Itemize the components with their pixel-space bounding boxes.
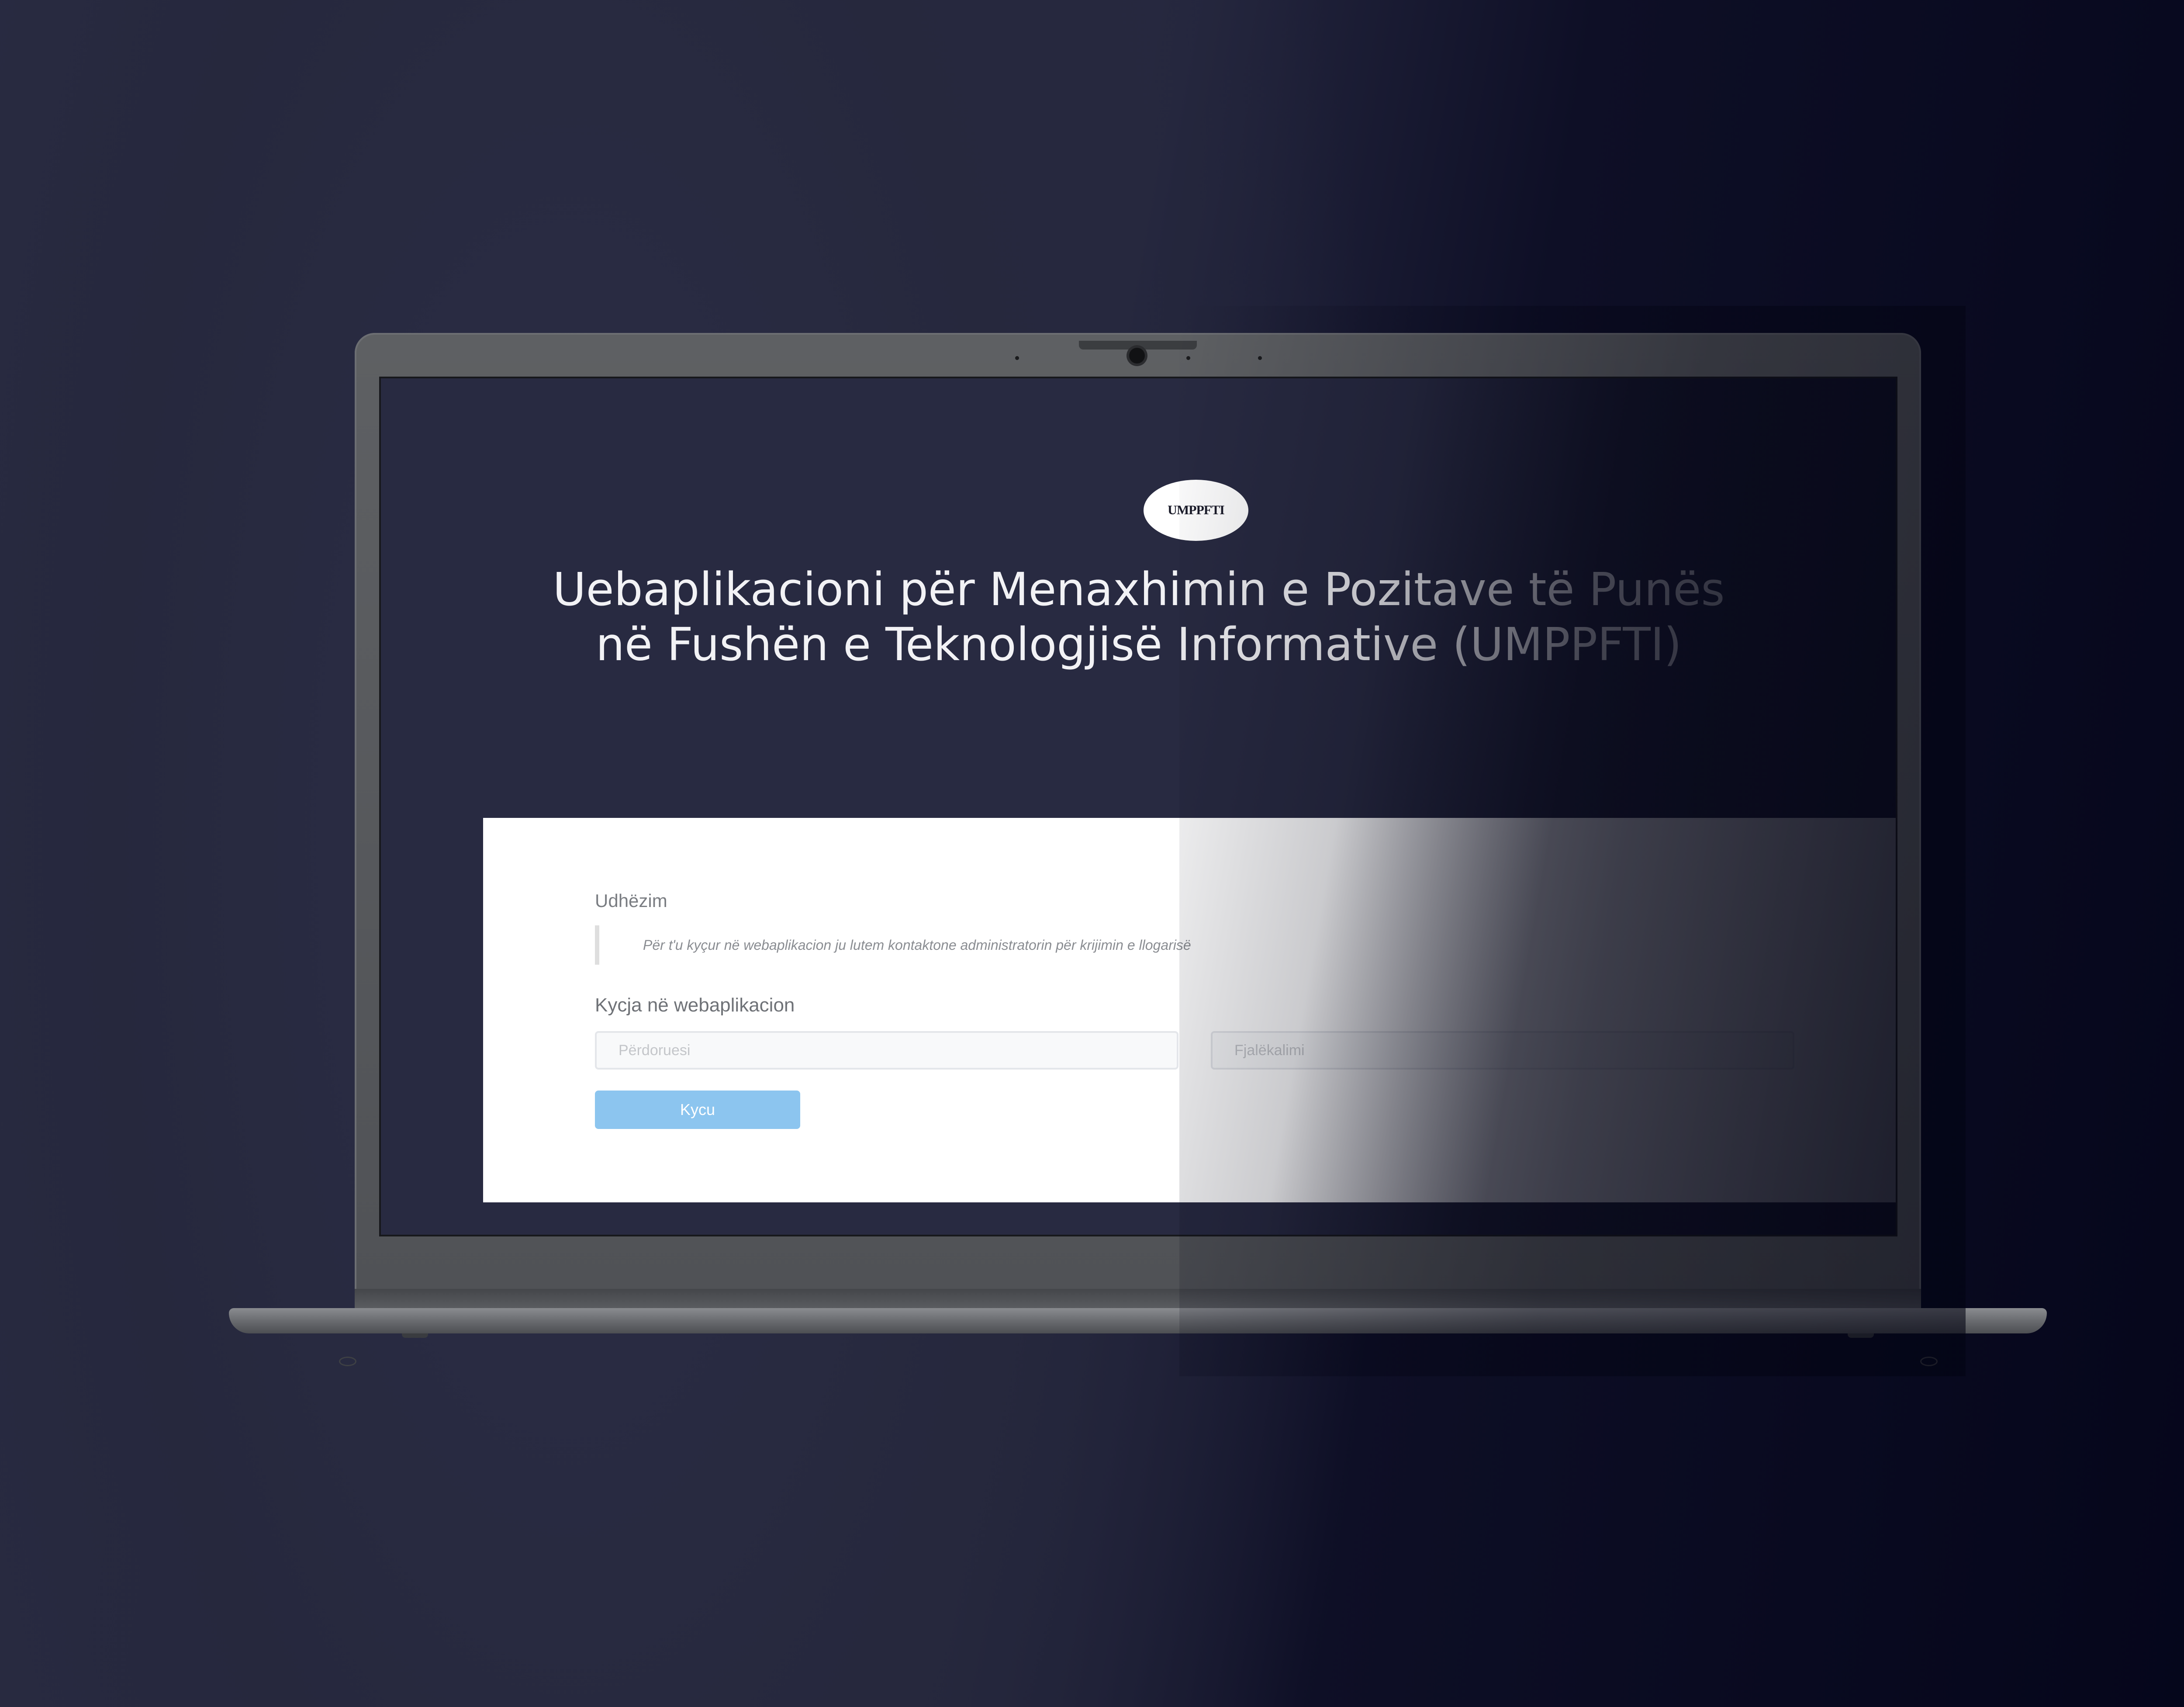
laptop-foot xyxy=(402,1333,428,1338)
app-logo: UMPPFTI xyxy=(1144,480,1248,541)
webcam-icon xyxy=(1129,348,1145,364)
password-input[interactable] xyxy=(1211,1031,1794,1070)
sensor-dot-icon xyxy=(1186,356,1190,360)
login-button[interactable]: Kycu xyxy=(595,1091,800,1129)
laptop-screen: UMPPFTI Uebaplikacioni për Menaxhimin e … xyxy=(379,377,1897,1236)
guide-blockquote: Për t'u kyçur në webaplikacion ju lutem … xyxy=(595,925,1191,965)
login-heading: Kycja në webaplikacion xyxy=(595,994,795,1016)
indicator-light-icon xyxy=(339,1357,356,1366)
guide-heading: Udhëzim xyxy=(595,890,667,911)
sensor-dot-icon xyxy=(1258,356,1262,360)
login-panel: Udhëzim Për t'u kyçur në webaplikacion j… xyxy=(483,818,1896,1202)
guide-text: Për t'u kyçur në webaplikacion ju lutem … xyxy=(643,937,1191,953)
page-title: Uebaplikacioni për Menaxhimin e Pozitave… xyxy=(553,563,1725,671)
username-input[interactable] xyxy=(595,1031,1178,1070)
sensor-dot-icon xyxy=(1015,356,1019,360)
laptop-base xyxy=(229,1308,2047,1333)
indicator-light-icon xyxy=(1920,1357,1938,1366)
laptop-foot xyxy=(1848,1333,1874,1338)
laptop-hinge xyxy=(355,1289,1921,1310)
